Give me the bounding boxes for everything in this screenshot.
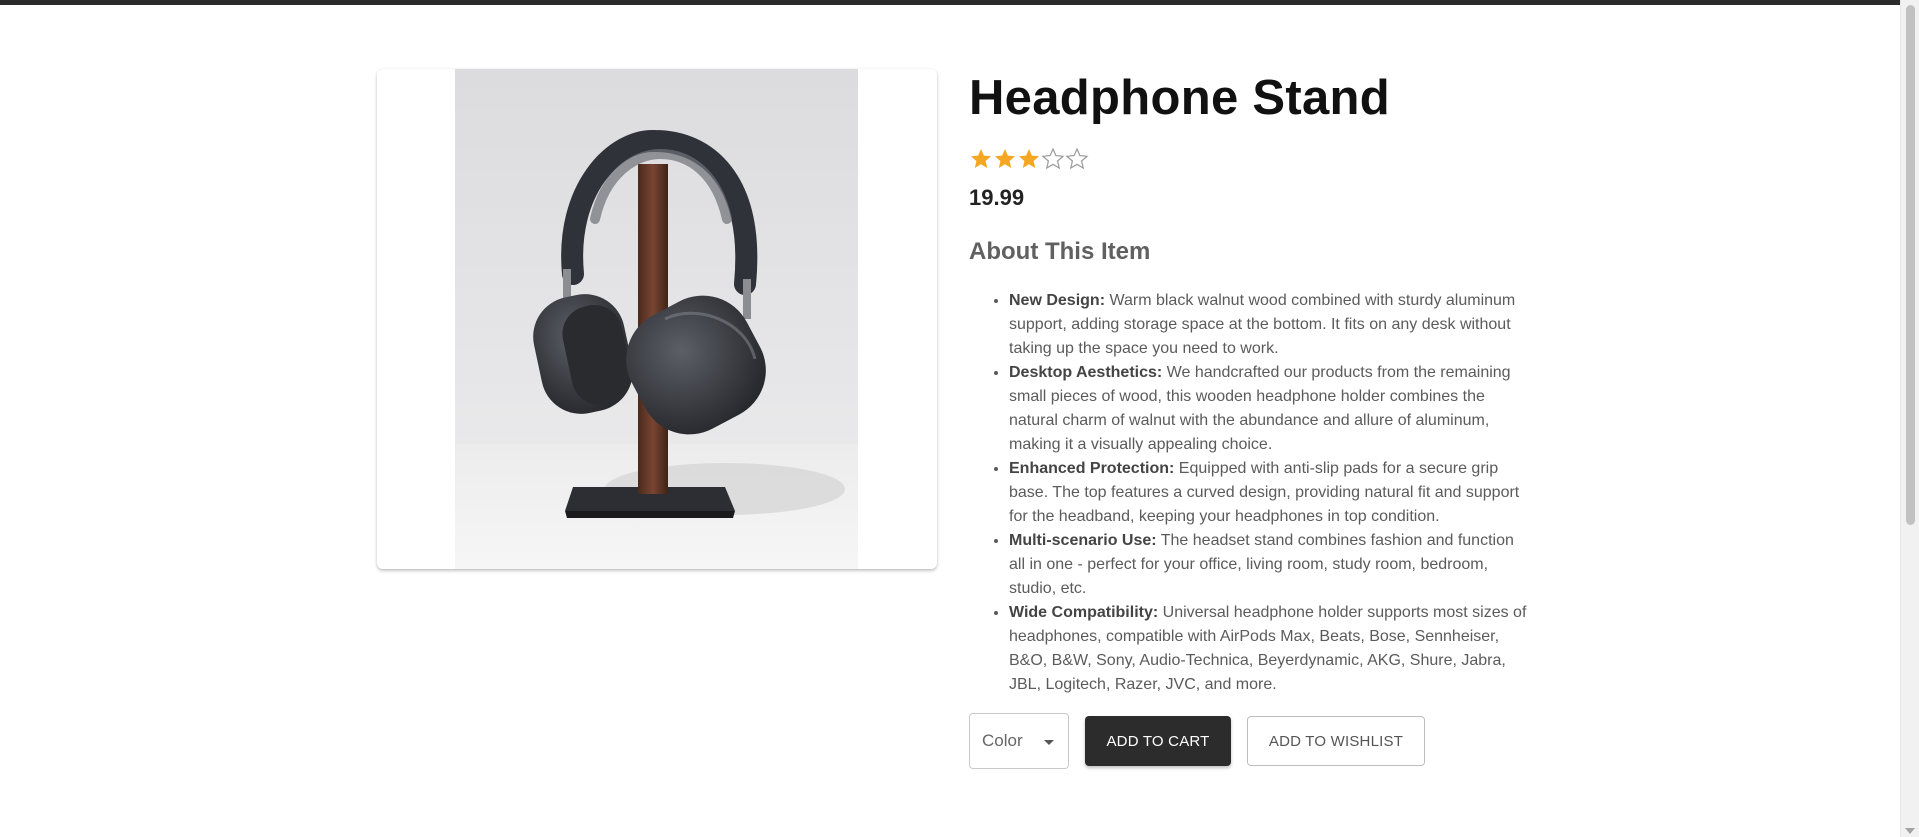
product-price: 19.99 [969, 185, 1025, 210]
add-to-wishlist-button[interactable]: ADD TO WISHLIST [1247, 716, 1425, 766]
chevron-down-icon [1044, 740, 1054, 745]
product-image-card [377, 69, 937, 569]
feature-list: New Design: Warm black walnut wood combi… [969, 289, 1529, 697]
color-select-value: Color [982, 731, 1023, 750]
product-actions: Color ADD TO CART ADD TO WISHLIST [969, 713, 1425, 769]
scroll-down-arrow-icon[interactable] [1905, 828, 1915, 834]
color-select[interactable]: Color [969, 713, 1069, 769]
product-image [455, 69, 858, 569]
feature-item: Wide Compatibility: Universal headphone … [1009, 601, 1529, 697]
feature-item: New Design: Warm black walnut wood combi… [1009, 289, 1529, 361]
star-empty-icon [1065, 147, 1089, 170]
feature-label: Wide Compatibility: [1009, 604, 1159, 621]
feature-label: Enhanced Protection: [1009, 460, 1175, 477]
star-filled-icon [995, 149, 1015, 168]
feature-item: Multi-scenario Use: The headset stand co… [1009, 529, 1529, 601]
add-to-cart-button[interactable]: ADD TO CART [1085, 716, 1231, 766]
star-filled-icon [1019, 149, 1039, 168]
feature-label: New Design: [1009, 292, 1106, 309]
star-filled-icon [971, 149, 991, 168]
product-info: Headphone Stand 19.99 About This Item Ne… [969, 69, 1529, 697]
feature-label: Multi-scenario Use: [1009, 532, 1157, 549]
star-empty-icon [1041, 147, 1065, 170]
feature-label: Desktop Aesthetics: [1009, 364, 1163, 381]
scrollbar-thumb[interactable] [1906, 5, 1915, 525]
feature-item: Enhanced Protection: Equipped with anti-… [1009, 457, 1529, 529]
rating-stars [969, 145, 1529, 173]
top-bar [0, 0, 1900, 5]
about-heading: About This Item [969, 238, 1151, 265]
feature-item: Desktop Aesthetics: We handcrafted our p… [1009, 361, 1529, 457]
scrollbar[interactable] [1900, 0, 1919, 837]
product-title: Headphone Stand [969, 71, 1391, 125]
